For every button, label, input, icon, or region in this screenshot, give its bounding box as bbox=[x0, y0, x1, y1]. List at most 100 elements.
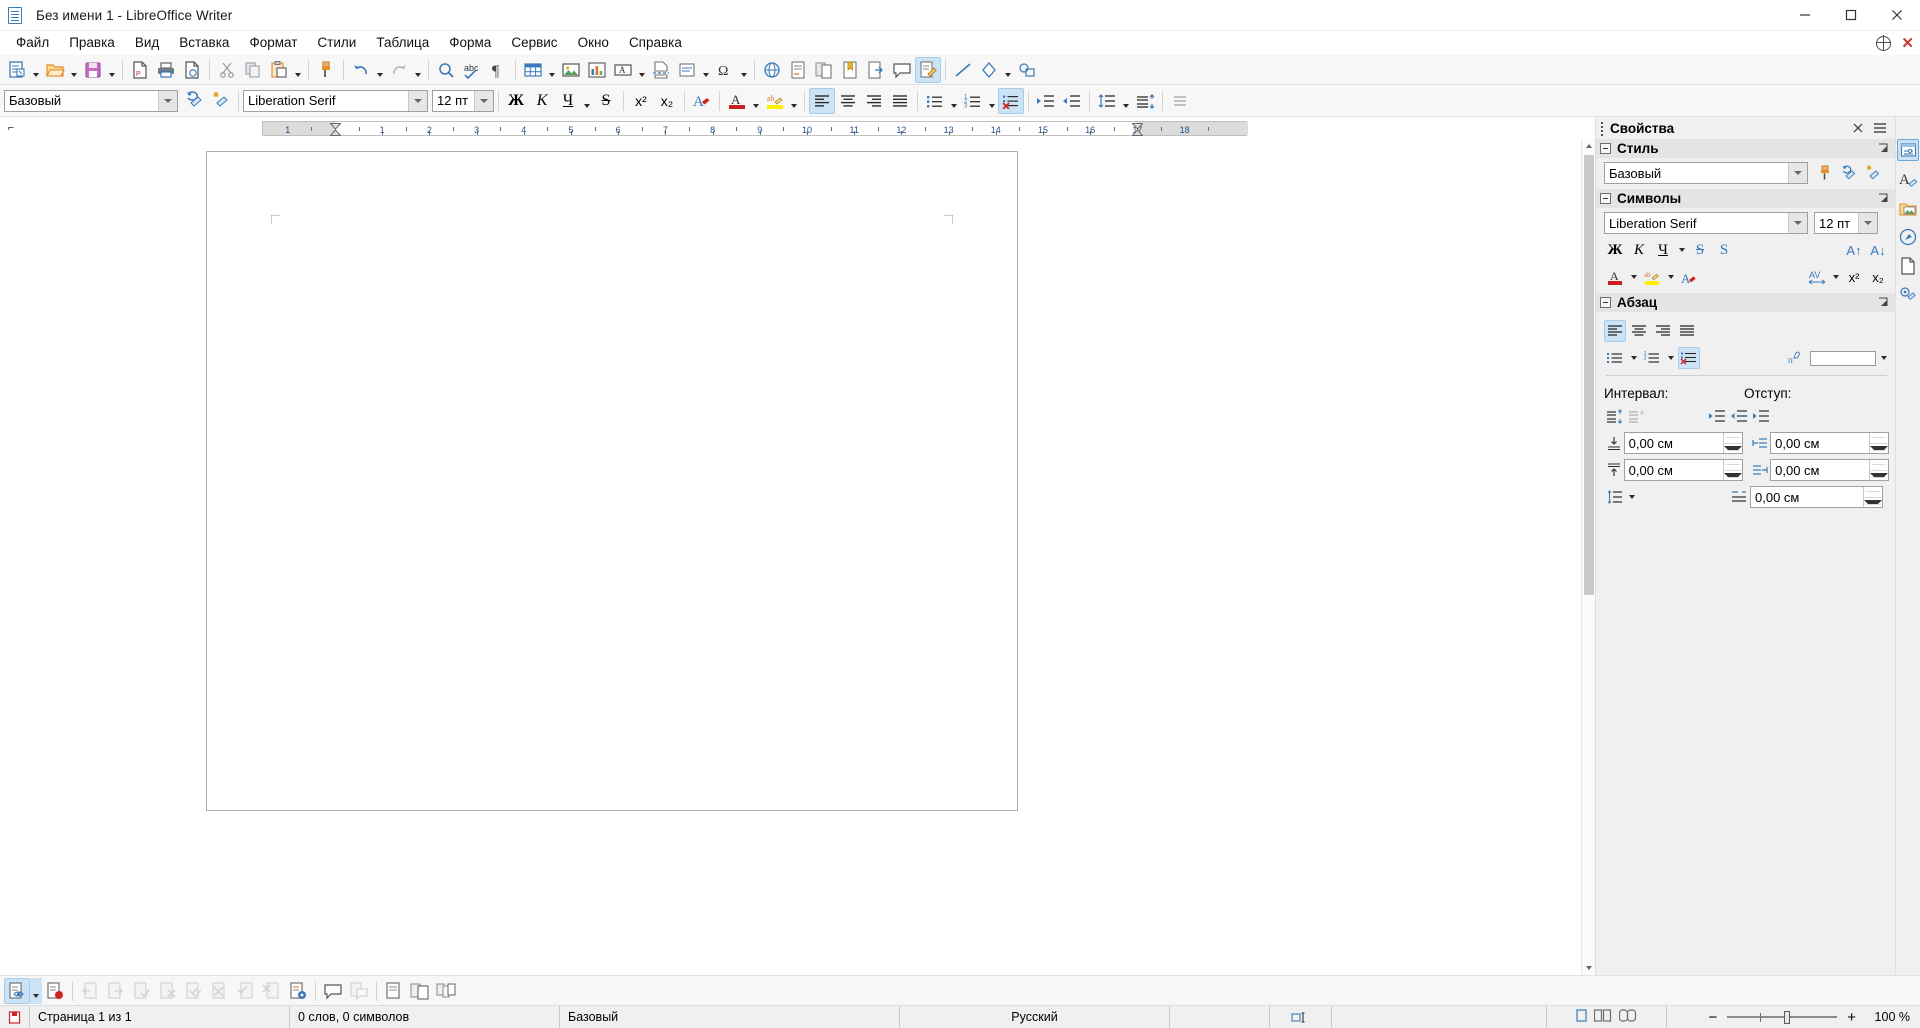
sidebar-superscript-button[interactable]: x² bbox=[1843, 266, 1865, 288]
document-canvas[interactable] bbox=[0, 139, 1581, 975]
ruler-tab-stop[interactable] bbox=[901, 131, 902, 135]
new-style-icon[interactable] bbox=[208, 88, 234, 114]
line-spacing-icon[interactable] bbox=[1094, 88, 1120, 114]
font-color-dropdown[interactable] bbox=[750, 88, 762, 114]
indent-before-spinbox[interactable]: 0,00 см bbox=[1770, 432, 1889, 454]
decrease-paragraph-spacing-icon[interactable] bbox=[1626, 405, 1648, 427]
manage-changes-icon[interactable] bbox=[285, 978, 311, 1004]
ruler-tab-stop[interactable] bbox=[477, 131, 478, 135]
save-icon[interactable] bbox=[80, 57, 106, 83]
vertical-scrollbar[interactable] bbox=[1581, 139, 1595, 975]
paragraph-style-dropdown-arrow[interactable] bbox=[158, 91, 177, 111]
sidebar-subscript-button[interactable]: x₂ bbox=[1867, 266, 1889, 288]
scroll-up-arrow[interactable] bbox=[1582, 139, 1595, 153]
underline-dropdown[interactable] bbox=[581, 88, 593, 114]
menu-table[interactable]: Таблица bbox=[366, 33, 439, 53]
sidebar-highlight-color-dropdown[interactable] bbox=[1665, 266, 1676, 288]
sidebar-paragraph-style-arrow[interactable] bbox=[1788, 163, 1807, 183]
sidebar-font-color-dropdown[interactable] bbox=[1628, 266, 1639, 288]
sidebar-ordered-list-icon[interactable]: 12 bbox=[1641, 347, 1663, 369]
sidebar-grip-icon[interactable] bbox=[1600, 122, 1604, 135]
insert-field-dropdown[interactable] bbox=[700, 57, 712, 83]
unordered-list-icon[interactable] bbox=[922, 88, 948, 114]
style-dialog-button[interactable] bbox=[1877, 142, 1891, 156]
section-header-paragraph[interactable]: Абзац bbox=[1596, 293, 1895, 312]
horizontal-ruler[interactable]: 1123456789101112131415161718 bbox=[262, 121, 1247, 136]
selection-mode-icon[interactable] bbox=[1270, 1006, 1332, 1028]
reject-all-icon[interactable] bbox=[207, 978, 233, 1004]
sidebar-unordered-list-dropdown[interactable] bbox=[1628, 347, 1639, 369]
sidebar-ordered-list-dropdown[interactable] bbox=[1665, 347, 1676, 369]
indent-after-spinbox[interactable]: 0,00 см bbox=[1770, 459, 1889, 481]
previous-change-icon[interactable] bbox=[77, 978, 103, 1004]
new-document-icon[interactable] bbox=[4, 57, 30, 83]
sidebar-grow-font-button[interactable]: A↑ bbox=[1843, 239, 1865, 261]
menu-file[interactable]: Файл bbox=[6, 33, 59, 53]
highlight-color-icon[interactable]: ab bbox=[762, 88, 788, 114]
scrollbar-thumb[interactable] bbox=[1584, 155, 1594, 595]
sidebar-no-list-icon[interactable] bbox=[1678, 347, 1700, 369]
insert-chart-icon[interactable] bbox=[584, 57, 610, 83]
hanging-indent-icon[interactable] bbox=[1750, 405, 1772, 427]
spacing-below-decrement[interactable] bbox=[1724, 471, 1742, 481]
unordered-list-dropdown[interactable] bbox=[948, 88, 960, 114]
redo-dropdown[interactable] bbox=[412, 57, 424, 83]
paste-icon[interactable] bbox=[266, 57, 292, 83]
sidebar-font-color-icon[interactable]: A bbox=[1604, 266, 1626, 288]
next-change-icon[interactable] bbox=[103, 978, 129, 1004]
paragraph-dialog-button[interactable] bbox=[1877, 296, 1891, 310]
language-status[interactable]: Русский bbox=[900, 1006, 1170, 1028]
no-list-icon[interactable] bbox=[998, 88, 1024, 114]
sidebar-close-button[interactable] bbox=[1847, 117, 1869, 139]
ruler-tab-stop[interactable] bbox=[429, 131, 430, 135]
compare-document-icon[interactable] bbox=[407, 978, 433, 1004]
multi-page-view-icon[interactable] bbox=[1594, 1009, 1612, 1025]
menu-insert[interactable]: Вставка bbox=[169, 33, 239, 53]
sidebar-new-style-icon[interactable] bbox=[1862, 162, 1884, 184]
sidebar-item-properties[interactable] bbox=[1897, 139, 1919, 161]
sidebar-paragraph-style-combo[interactable]: Базовый bbox=[1604, 162, 1808, 184]
document-page[interactable] bbox=[206, 151, 1018, 811]
track-changes-show-dropdown[interactable] bbox=[30, 978, 42, 1004]
ruler-right-indent-marker[interactable] bbox=[1132, 123, 1143, 136]
minimize-button[interactable] bbox=[1782, 0, 1828, 31]
sidebar-font-name-combo[interactable]: Liberation Serif bbox=[1604, 212, 1808, 234]
highlight-color-dropdown[interactable] bbox=[788, 88, 800, 114]
open-file-dropdown[interactable] bbox=[68, 57, 80, 83]
close-document-icon[interactable]: ✕ bbox=[1901, 36, 1914, 51]
insert-comment-bottom-icon[interactable] bbox=[320, 978, 346, 1004]
sidebar-item-gallery[interactable] bbox=[1897, 197, 1919, 219]
font-name-dropdown-arrow[interactable] bbox=[408, 91, 427, 111]
page-info[interactable]: Страница 1 из 1 bbox=[30, 1006, 290, 1028]
single-page-view-icon[interactable] bbox=[1576, 1009, 1587, 1025]
menu-help[interactable]: Справка bbox=[619, 33, 692, 53]
show-draw-functions-icon[interactable] bbox=[1014, 57, 1040, 83]
ruler-tab-stop[interactable] bbox=[854, 131, 855, 135]
scroll-down-arrow[interactable] bbox=[1582, 961, 1595, 975]
font-color-icon[interactable]: A bbox=[724, 88, 750, 114]
ruler-tab-stop[interactable] bbox=[807, 131, 808, 135]
sidebar-highlight-color-icon[interactable]: ab bbox=[1641, 266, 1663, 288]
sidebar-increase-indent-icon[interactable] bbox=[1706, 405, 1728, 427]
indent-firstline-spinbox[interactable]: 0,00 см bbox=[1750, 486, 1883, 508]
formatting-marks-icon[interactable]: ¶ bbox=[485, 57, 511, 83]
sidebar-shrink-font-button[interactable]: A↓ bbox=[1867, 239, 1889, 261]
ruler-tab-stop[interactable] bbox=[713, 131, 714, 135]
print-preview-icon[interactable] bbox=[179, 57, 205, 83]
reject-change-icon[interactable] bbox=[155, 978, 181, 1004]
page-style[interactable]: Базовый bbox=[560, 1006, 900, 1028]
indent-before-decrement[interactable] bbox=[1870, 444, 1888, 454]
character-dialog-button[interactable] bbox=[1877, 192, 1891, 206]
indent-firstline-decrement[interactable] bbox=[1864, 498, 1882, 508]
sidebar-item-styles[interactable]: A bbox=[1897, 168, 1919, 190]
font-size-combo[interactable]: 12 пт bbox=[432, 90, 494, 112]
zoom-in-button[interactable]: + bbox=[1847, 1009, 1856, 1026]
page-break-icon[interactable] bbox=[648, 57, 674, 83]
sidebar-font-size-combo[interactable]: 12 пт bbox=[1814, 212, 1878, 234]
sidebar-item-navigator[interactable] bbox=[1897, 226, 1919, 248]
accept-track-change-icon[interactable] bbox=[233, 978, 259, 1004]
ruler-tab-stop[interactable] bbox=[382, 131, 383, 135]
ruler-tab-stop[interactable] bbox=[1043, 131, 1044, 135]
indent-firstline-increment[interactable] bbox=[1864, 487, 1882, 498]
ruler-tab-stop[interactable] bbox=[996, 131, 997, 135]
